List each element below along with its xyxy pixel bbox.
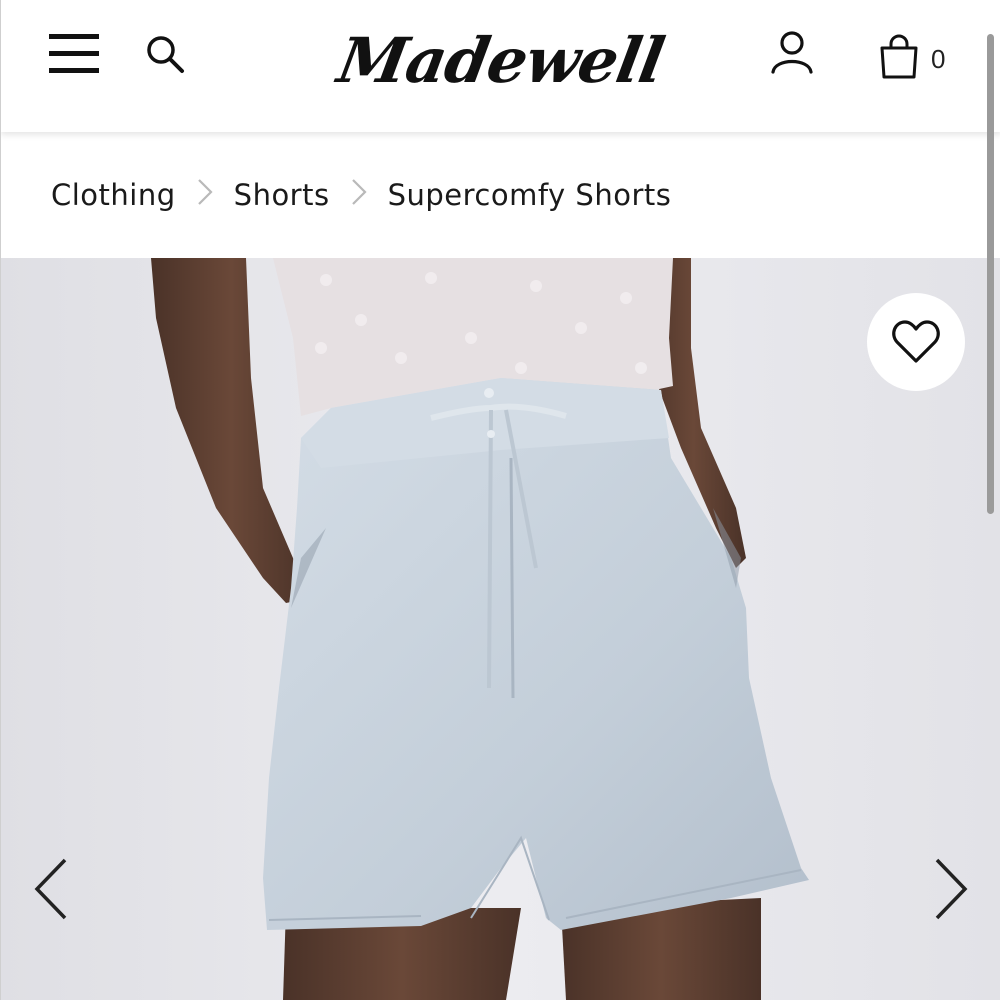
shopping-bag-icon[interactable] <box>877 34 921 80</box>
chevron-right-icon[interactable] <box>931 856 971 922</box>
breadcrumb: Clothing Shorts Supercomfy Shorts <box>1 132 1000 258</box>
heart-icon <box>892 320 940 363</box>
chevron-left-icon[interactable] <box>31 856 71 922</box>
menu-bar <box>49 34 99 39</box>
favorite-button[interactable] <box>867 293 965 391</box>
menu-bar <box>49 51 99 56</box>
bag-item-count[interactable]: 0 <box>931 44 945 75</box>
page-scrollbar[interactable] <box>987 34 994 514</box>
chevron-right-icon <box>330 177 388 214</box>
logo-wordmark: Madewell <box>332 23 670 97</box>
hamburger-menu-icon[interactable] <box>49 34 101 74</box>
chevron-right-icon <box>176 177 234 214</box>
breadcrumb-current-page: Supercomfy Shorts <box>387 178 672 212</box>
search-icon[interactable] <box>145 34 185 74</box>
brand-logo[interactable]: Madewell <box>333 18 669 102</box>
app-frame: Madewell 0 Clothing Shorts Supercomfy Sh… <box>0 0 1000 1000</box>
product-image-carousel[interactable] <box>1 258 1000 1000</box>
product-photo <box>1 258 1000 1000</box>
breadcrumb-link-clothing[interactable]: Clothing <box>51 178 176 212</box>
breadcrumb-link-shorts[interactable]: Shorts <box>234 178 330 212</box>
account-icon[interactable] <box>769 30 815 76</box>
site-header: Madewell 0 <box>1 0 1000 132</box>
menu-bar <box>49 68 99 73</box>
